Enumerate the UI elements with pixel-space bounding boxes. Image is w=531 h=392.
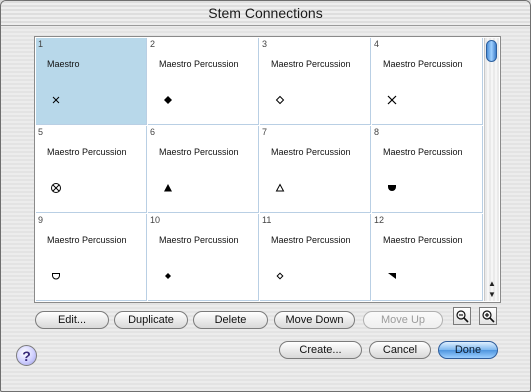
delete-button[interactable]: Delete (193, 311, 268, 329)
font-name: Maestro Percussion (271, 235, 351, 245)
grid-cell-9[interactable]: 9 Maestro Percussion (36, 214, 147, 301)
move-down-button[interactable]: Move Down (274, 311, 355, 329)
zoom-out-icon (456, 310, 469, 323)
font-name: Maestro Percussion (159, 235, 239, 245)
vertical-scrollbar[interactable]: ▲ ▼ (484, 38, 499, 301)
grid-cell-5[interactable]: 5 Maestro Percussion (36, 126, 147, 213)
scroll-down-arrow-icon[interactable]: ▼ (485, 289, 499, 300)
grid-cell-2[interactable]: 2 Maestro Percussion (148, 38, 259, 125)
stem-connections-dialog: Stem Connections 1 Maestro 2 Maestro Per… (0, 0, 531, 392)
zoom-in-icon (482, 310, 495, 323)
cell-number: 11 (262, 215, 272, 225)
create-button[interactable]: Create... (279, 341, 362, 359)
zoom-out-button[interactable] (453, 307, 471, 325)
right-triangle-notehead-icon (388, 273, 396, 279)
edit-button[interactable]: Edit... (35, 311, 109, 329)
grid-cell-4[interactable]: 4 Maestro Percussion (372, 38, 483, 125)
grid-cell-1[interactable]: 1 Maestro (36, 38, 147, 125)
cell-number: 1 (38, 39, 44, 49)
circled-x-notehead-icon (51, 183, 61, 193)
cell-number: 3 (262, 39, 268, 49)
scroll-up-arrow-icon[interactable]: ▲ (485, 278, 499, 289)
cell-number: 10 (150, 215, 161, 225)
grid-cell-6[interactable]: 6 Maestro Percussion (148, 126, 259, 213)
open-half-circle-notehead-icon (52, 273, 60, 280)
zoom-in-button[interactable] (479, 307, 497, 325)
cell-number: 8 (374, 127, 380, 137)
move-up-button[interactable]: Move Up (363, 311, 443, 329)
cell-number: 5 (38, 127, 44, 137)
small-open-diamond-notehead-icon (276, 272, 284, 280)
font-name: Maestro Percussion (47, 147, 127, 157)
done-button[interactable]: Done (438, 341, 498, 359)
x-notehead-icon (387, 95, 397, 105)
x-notehead-icon (52, 96, 60, 104)
duplicate-button[interactable]: Duplicate (114, 311, 188, 329)
font-name: Maestro Percussion (271, 59, 351, 69)
cell-number: 2 (150, 39, 156, 49)
font-name: Maestro Percussion (383, 235, 463, 245)
help-button[interactable]: ? (16, 345, 37, 366)
font-name: Maestro Percussion (47, 235, 127, 245)
open-triangle-notehead-icon (275, 183, 285, 192)
cell-number: 6 (150, 127, 156, 137)
filled-diamond-notehead-icon (164, 96, 172, 104)
open-diamond-notehead-icon (275, 95, 285, 105)
filled-triangle-notehead-icon (164, 184, 172, 192)
font-name: Maestro Percussion (383, 147, 463, 157)
grid-cells: 1 Maestro 2 Maestro Percussion 3 Maestro… (36, 38, 484, 301)
grid-cell-7[interactable]: 7 Maestro Percussion (260, 126, 371, 213)
font-name: Maestro (47, 59, 80, 69)
font-name: Maestro Percussion (159, 147, 239, 157)
cell-number: 7 (262, 127, 268, 137)
grid-cell-3[interactable]: 3 Maestro Percussion (260, 38, 371, 125)
grid-cell-8[interactable]: 8 Maestro Percussion (372, 126, 483, 213)
grid-cell-11[interactable]: 11 Maestro Percussion (260, 214, 371, 301)
window-title: Stem Connections (1, 1, 530, 26)
grid-cell-10[interactable]: 10 Maestro Percussion (148, 214, 259, 301)
font-name: Maestro Percussion (159, 59, 239, 69)
small-filled-diamond-notehead-icon (165, 273, 171, 279)
cancel-button[interactable]: Cancel (369, 341, 431, 359)
cell-number: 9 (38, 215, 44, 225)
grid-cell-12[interactable]: 12 Maestro Percussion (372, 214, 483, 301)
font-name: Maestro Percussion (383, 59, 463, 69)
cell-number: 12 (374, 215, 385, 225)
scroll-thumb[interactable] (486, 40, 497, 62)
stem-connection-grid: 1 Maestro 2 Maestro Percussion 3 Maestro… (34, 36, 501, 303)
cell-number: 4 (374, 39, 380, 49)
filled-half-circle-notehead-icon (388, 185, 396, 191)
font-name: Maestro Percussion (271, 147, 351, 157)
